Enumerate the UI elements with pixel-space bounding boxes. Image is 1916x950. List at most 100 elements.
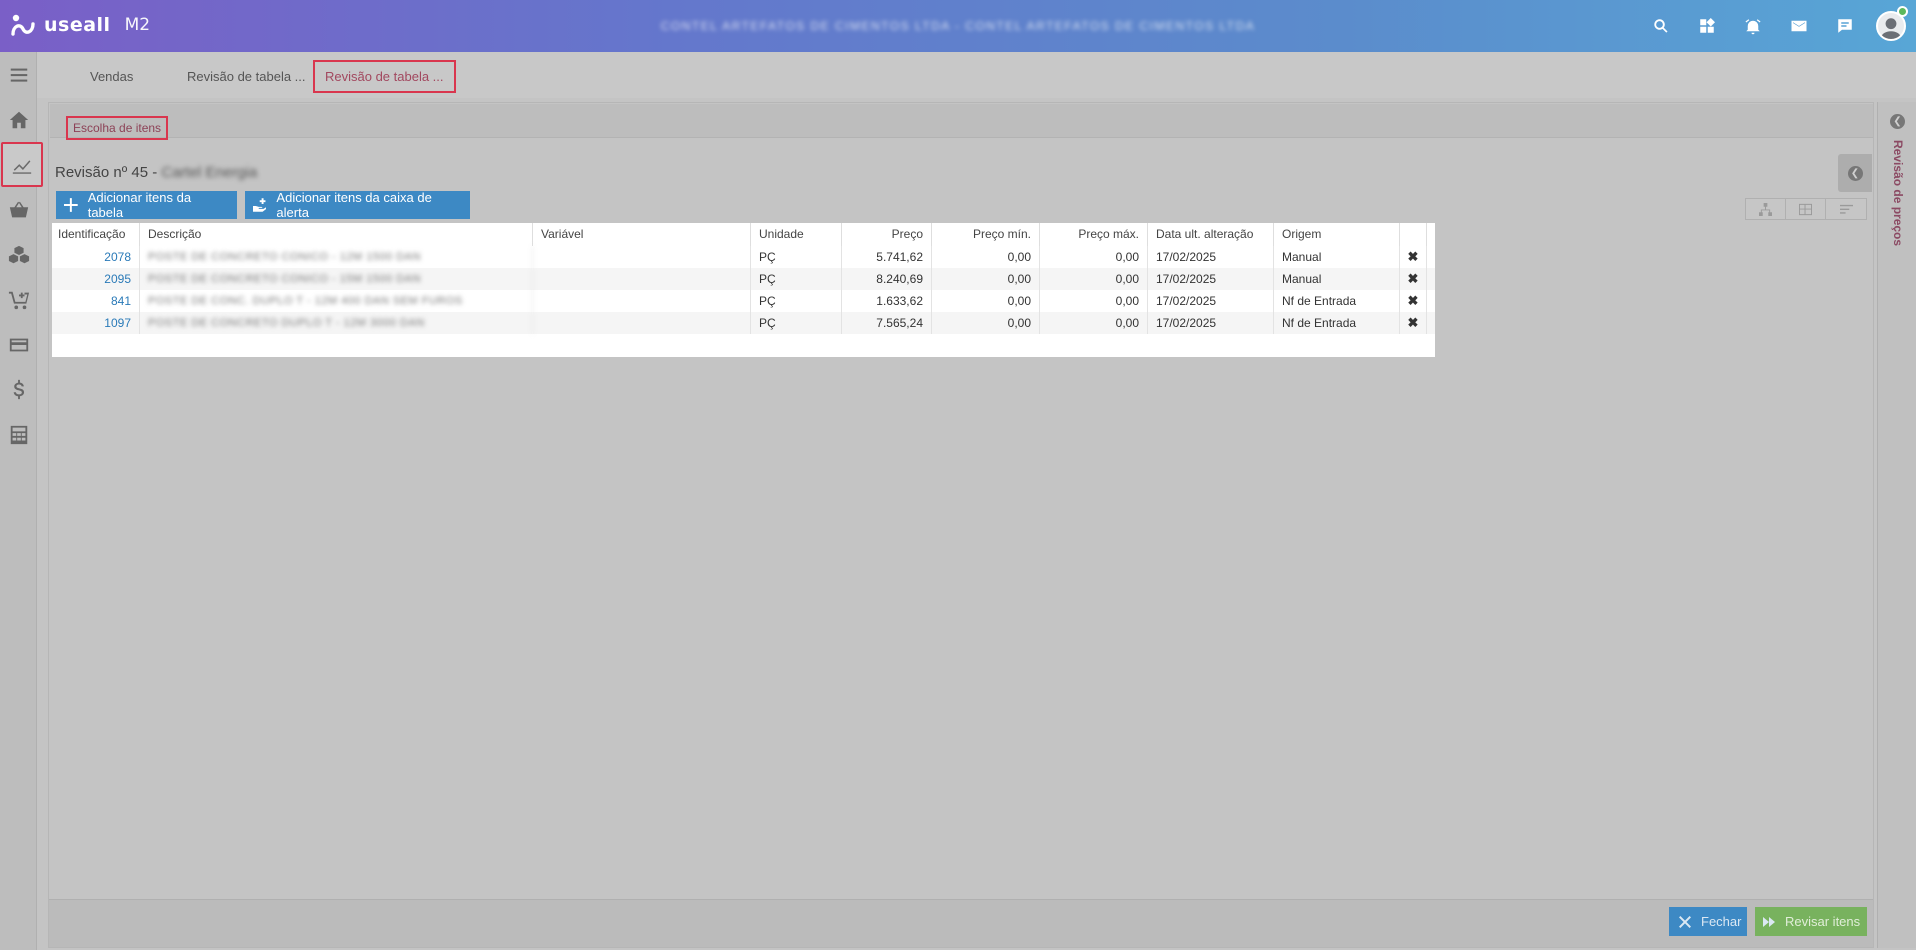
sidebar-item-finance[interactable] <box>0 367 37 412</box>
user-icon <box>1880 18 1902 39</box>
cubes-icon <box>8 245 29 263</box>
collapse-panel-button[interactable]: ❮ <box>1838 154 1872 192</box>
table-row[interactable]: 2095 POSTE DE CONCRETO CONICO - 15M 1500… <box>52 268 1435 290</box>
item-variable <box>533 246 751 268</box>
hand-add-icon <box>253 198 267 212</box>
table-row[interactable]: 841 POSTE DE CONC. DUPLO T - 12M 400 DAN… <box>52 290 1435 312</box>
column-header-unidade[interactable]: Unidade <box>751 223 842 246</box>
left-sidebar <box>0 52 43 950</box>
review-items-label: Revisar itens <box>1785 914 1861 929</box>
item-max-price: 0,00 <box>1040 268 1148 290</box>
sidebar-item-sales[interactable] <box>1 142 43 187</box>
sidebar-item-basket[interactable] <box>0 187 37 232</box>
item-unit: PÇ <box>751 268 842 290</box>
chat-button[interactable] <box>1822 0 1868 52</box>
delete-row-icon[interactable]: ✖ <box>1400 246 1427 268</box>
item-variable <box>533 268 751 290</box>
column-header-identificacao[interactable]: Identificação <box>52 223 140 246</box>
subtab-escolha-itens[interactable]: Escolha de itens <box>66 116 169 140</box>
delete-row-icon[interactable]: ✖ <box>1400 290 1427 312</box>
column-header-preco-min[interactable]: Preço mín. <box>932 223 1040 246</box>
column-header-descricao[interactable]: Descrição <box>140 223 533 246</box>
item-id-link[interactable]: 1097 <box>52 312 140 334</box>
fast-forward-icon <box>1763 916 1775 927</box>
sidebar-item-purchases[interactable] <box>0 277 37 322</box>
column-header-data-alteracao[interactable]: Data ult. alteração <box>1148 223 1274 246</box>
top-icons <box>1638 0 1916 52</box>
dollar-icon <box>13 379 24 399</box>
item-min-price: 0,00 <box>932 246 1040 268</box>
item-min-price: 0,00 <box>932 268 1040 290</box>
delete-row-icon[interactable]: ✖ <box>1400 312 1427 334</box>
mail-icon <box>1791 20 1807 32</box>
add-table-items-button[interactable]: Adicionar itens da tabela <box>56 190 237 220</box>
item-variable <box>533 290 751 312</box>
chevron-left-icon: ❮ <box>1847 165 1863 181</box>
right-panel-label[interactable]: Revisão de preços <box>1891 140 1905 246</box>
item-min-price: 0,00 <box>932 290 1040 312</box>
item-last-change-date: 17/02/2025 <box>1148 268 1274 290</box>
item-max-price: 0,00 <box>1040 246 1148 268</box>
add-alert-items-button[interactable]: Adicionar itens da caixa de alerta <box>245 190 470 220</box>
table-header: Identificação Descrição Variável Unidade… <box>52 223 1435 246</box>
menu-toggle[interactable] <box>0 52 37 97</box>
column-header-preco[interactable]: Preço <box>842 223 932 246</box>
tab-revisao-tabela-1[interactable]: Revisão de tabela ... <box>177 60 316 93</box>
sidebar-item-payments[interactable] <box>0 322 37 367</box>
search-icon <box>1654 19 1668 33</box>
apps-button[interactable] <box>1684 0 1730 52</box>
sidebar-item-calculator[interactable] <box>0 412 37 457</box>
item-description: POSTE DE CONCRETO DUPLO T - 12M 3000 DAN <box>140 312 533 334</box>
item-max-price: 0,00 <box>1040 290 1148 312</box>
review-items-button[interactable]: Revisar itens <box>1755 907 1867 936</box>
panel-footer <box>49 899 1873 947</box>
tab-bar: Vendas Revisão de tabela ... Revisão de … <box>37 52 1916 98</box>
item-unit: PÇ <box>751 246 842 268</box>
column-header-origem[interactable]: Origem <box>1274 223 1400 246</box>
column-header-variavel[interactable]: Variável <box>533 223 751 246</box>
grid-toolbar <box>1745 198 1867 220</box>
close-button[interactable]: Fechar <box>1669 907 1747 936</box>
item-variable <box>533 312 751 334</box>
item-max-price: 0,00 <box>1040 312 1148 334</box>
table-row[interactable]: 2078 POSTE DE CONCRETO CONICO - 12M 1500… <box>52 246 1435 268</box>
item-id-link[interactable]: 2095 <box>52 268 140 290</box>
item-last-change-date: 17/02/2025 <box>1148 312 1274 334</box>
sort-button[interactable] <box>1826 199 1866 219</box>
mail-button[interactable] <box>1776 0 1822 52</box>
item-price: 7.565,24 <box>842 312 932 334</box>
hierarchy-icon <box>1759 202 1772 216</box>
home-icon <box>9 111 28 128</box>
expand-right-panel-button[interactable]: ❮ <box>1890 114 1905 129</box>
search-button[interactable] <box>1638 0 1684 52</box>
item-origin: Manual <box>1274 246 1400 268</box>
trend-chart-icon <box>12 159 32 174</box>
item-price: 5.741,62 <box>842 246 932 268</box>
revision-number: Revisão nº 45 - <box>55 164 158 181</box>
tab-revisao-tabela-2[interactable]: Revisão de tabela ... <box>313 60 456 93</box>
top-bar: useall M2 CONTEL ARTEFATOS DE CIMENTOS L… <box>0 0 1916 52</box>
group-by-button[interactable] <box>1746 199 1786 219</box>
close-icon <box>1679 915 1691 928</box>
hamburger-menu-icon <box>10 68 27 82</box>
revision-name: Cartel Energia <box>161 164 258 181</box>
item-id-link[interactable]: 2078 <box>52 246 140 268</box>
item-last-change-date: 17/02/2025 <box>1148 290 1274 312</box>
table-row[interactable]: 1097 POSTE DE CONCRETO DUPLO T - 12M 300… <box>52 312 1435 334</box>
table-grid-icon <box>1799 203 1812 215</box>
column-header-preco-max[interactable]: Preço máx. <box>1040 223 1148 246</box>
alarm-icon <box>1745 19 1761 35</box>
delete-row-icon[interactable]: ✖ <box>1400 268 1427 290</box>
item-origin: Manual <box>1274 268 1400 290</box>
tab-vendas[interactable]: Vendas <box>80 60 143 93</box>
sidebar-item-stock[interactable] <box>0 232 37 277</box>
revision-title: Revisão nº 45 - Cartel Energia <box>55 164 257 181</box>
close-button-label: Fechar <box>1701 914 1742 929</box>
cart-add-icon <box>8 291 29 309</box>
basket-icon <box>9 201 28 217</box>
item-id-link[interactable]: 841 <box>52 290 140 312</box>
item-price: 1.633,62 <box>842 290 932 312</box>
sidebar-item-home[interactable] <box>0 97 37 142</box>
alarm-button[interactable] <box>1730 0 1776 52</box>
columns-button[interactable] <box>1786 199 1826 219</box>
